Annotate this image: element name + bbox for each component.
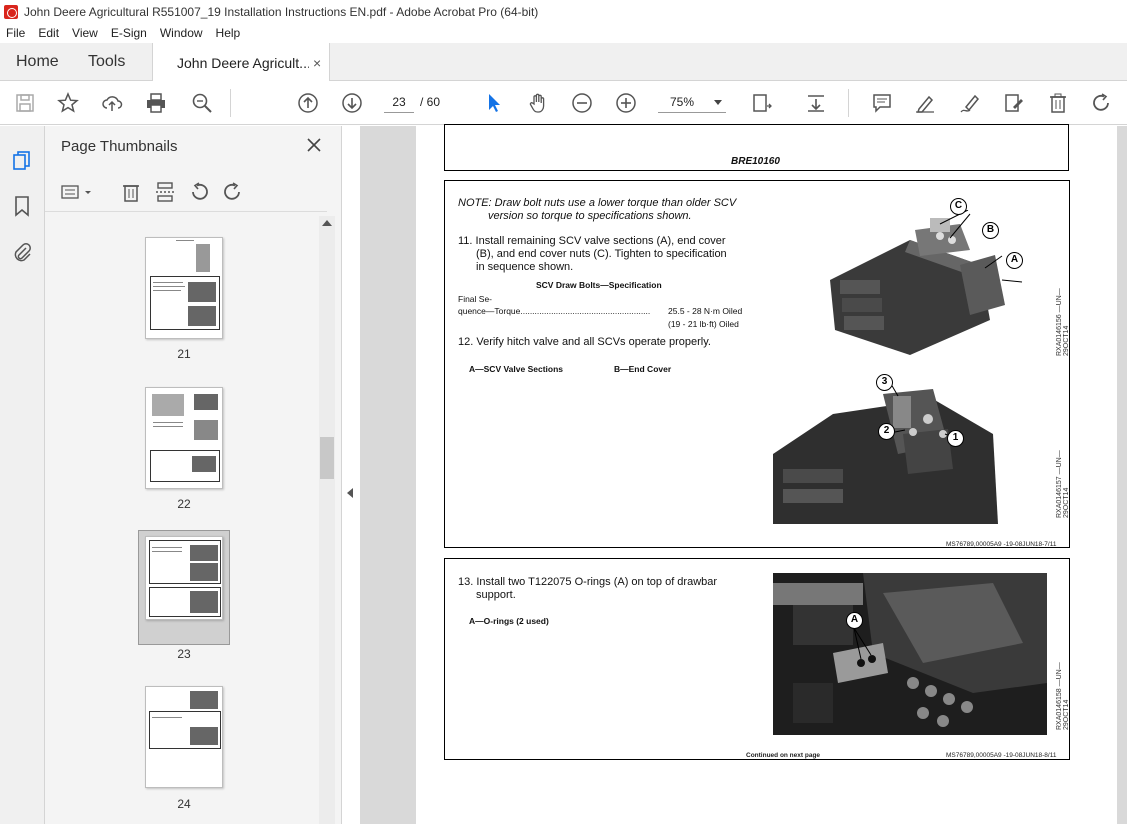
section-2-footer: MS76789,00005A9 -19-08JUN18-8/11 bbox=[946, 752, 1057, 759]
hand-tool-icon[interactable] bbox=[526, 91, 550, 115]
menu-bar: File Edit View E-Sign Window Help bbox=[0, 23, 1127, 43]
fit-page-icon[interactable] bbox=[750, 91, 774, 115]
next-page-icon[interactable] bbox=[340, 91, 364, 115]
thumbnail-label: 23 bbox=[177, 647, 191, 661]
spec-value-2: (19 - 21 lb·ft) Oiled bbox=[668, 319, 739, 329]
note-line-2: version so torque to specifications show… bbox=[488, 210, 692, 222]
collapse-panel-icon[interactable] bbox=[347, 488, 353, 498]
options-menu-icon[interactable] bbox=[59, 180, 95, 204]
tab-document-label: John Deere Agricult... bbox=[177, 54, 309, 71]
bookmarks-icon[interactable] bbox=[10, 194, 34, 218]
window-title: John Deere Agricultural R551007_19 Insta… bbox=[24, 4, 539, 19]
section-1-footer: MS76789,00005A9 -19-08JUN18-7/11 bbox=[946, 541, 1057, 548]
print-icon[interactable] bbox=[144, 91, 168, 115]
menu-file[interactable]: File bbox=[6, 26, 25, 40]
menu-help[interactable]: Help bbox=[216, 26, 241, 40]
edit-pdf-icon[interactable] bbox=[1002, 91, 1026, 115]
thumbnail-scrollbar[interactable] bbox=[319, 216, 335, 824]
panel-title: Page Thumbnails bbox=[61, 138, 178, 155]
step-11-line-1: 11. Install remaining SCV valve sections… bbox=[458, 235, 726, 247]
note-line-1: NOTE: Draw bolt nuts use a lower torque … bbox=[458, 197, 737, 209]
sign-pen-icon[interactable] bbox=[958, 91, 982, 115]
callout-2: 2 bbox=[878, 423, 895, 440]
callout-o-ring-a: A bbox=[846, 612, 863, 629]
zoom-search-icon[interactable] bbox=[190, 91, 214, 115]
thumbnail-page-24[interactable] bbox=[145, 686, 223, 788]
spec-title: SCV Draw Bolts—Specification bbox=[536, 280, 662, 290]
thumbnail-page-23[interactable] bbox=[145, 536, 223, 620]
panel-toolbar bbox=[45, 172, 327, 212]
scv-valve-image bbox=[820, 210, 1040, 358]
tab-home[interactable]: Home bbox=[16, 43, 59, 81]
scroll-up-icon[interactable] bbox=[322, 220, 332, 226]
tab-document[interactable]: John Deere Agricult... × bbox=[152, 43, 330, 82]
acrobat-logo-icon bbox=[4, 4, 18, 19]
select-cursor-icon[interactable] bbox=[482, 91, 506, 115]
callout-a: A bbox=[1006, 252, 1023, 269]
step-11-line-3: in sequence shown. bbox=[476, 261, 574, 273]
drawbar-support-image bbox=[773, 573, 1047, 735]
rotate-left-icon[interactable] bbox=[187, 180, 211, 204]
tab-bar: Home Tools John Deere Agricult... × bbox=[0, 43, 1127, 82]
image-code-3: RXA0146158 —UN—29OCT14 bbox=[1056, 662, 1070, 730]
menu-edit[interactable]: Edit bbox=[38, 26, 59, 40]
step-13-line-1: 13. Install two T122075 O-rings (A) on t… bbox=[458, 576, 718, 588]
zoom-dropdown[interactable]: 75% bbox=[658, 91, 726, 113]
redo-icon[interactable] bbox=[1090, 91, 1114, 115]
tab-close-icon[interactable]: × bbox=[313, 55, 321, 71]
menu-window[interactable]: Window bbox=[160, 26, 203, 40]
insert-page-icon[interactable] bbox=[153, 180, 177, 204]
image-code-2: RXA0146157 —UN—29OCT14 bbox=[1056, 450, 1070, 518]
upload-cloud-icon[interactable] bbox=[100, 91, 124, 115]
comment-icon[interactable] bbox=[870, 91, 894, 115]
callout-b: B bbox=[982, 222, 999, 239]
spec-value-1: 25.5 - 28 N·m Oiled bbox=[668, 306, 743, 316]
highlight-pen-icon[interactable] bbox=[913, 91, 937, 115]
spec-label-2: quence—Torque...........................… bbox=[458, 306, 651, 316]
thumbnail-label: 22 bbox=[177, 497, 191, 511]
menu-esign[interactable]: E-Sign bbox=[111, 26, 147, 40]
zoom-value: 75% bbox=[670, 95, 695, 109]
scroll-mode-icon[interactable] bbox=[804, 91, 828, 115]
header-code: BRE10160 bbox=[731, 156, 780, 167]
step-12: 12. Verify hitch valve and all SCVs oper… bbox=[458, 336, 711, 348]
pdf-page: BRE10160 NOTE: Draw bolt nuts use a lowe… bbox=[416, 124, 1117, 824]
save-icon[interactable] bbox=[13, 91, 37, 115]
left-rail bbox=[0, 126, 45, 824]
bookmark-star-icon[interactable] bbox=[56, 91, 80, 115]
panel-close-icon[interactable] bbox=[305, 136, 323, 154]
step-11-line-2: (B), and end cover nuts (C). Tighten to … bbox=[476, 248, 727, 260]
page-number-input[interactable]: 23 bbox=[384, 91, 414, 113]
image-code-1: RXA0146156 —UN—29OCT14 bbox=[1056, 288, 1070, 356]
callout-c: C bbox=[950, 198, 967, 215]
scroll-thumb[interactable] bbox=[320, 437, 334, 479]
step-13-line-2: support. bbox=[476, 589, 516, 601]
delete-trash-icon[interactable] bbox=[1046, 91, 1070, 115]
page-total: / 60 bbox=[420, 95, 441, 109]
legend-a: A—SCV Valve Sections bbox=[469, 364, 564, 374]
thumbnail-label: 24 bbox=[177, 797, 191, 811]
legend-o-rings: A—O-rings (2 used) bbox=[469, 616, 549, 626]
zoom-out-icon[interactable] bbox=[570, 91, 594, 115]
title-bar: John Deere Agricultural R551007_19 Insta… bbox=[0, 0, 1127, 23]
attachments-icon[interactable] bbox=[10, 240, 34, 264]
acrobat-window: John Deere Agricultural R551007_19 Insta… bbox=[0, 0, 1127, 824]
page-thumbnails-icon[interactable] bbox=[10, 148, 34, 172]
thumbnail-page-21[interactable] bbox=[145, 237, 223, 339]
callout-3: 3 bbox=[876, 374, 893, 391]
thumbnail-page-22[interactable] bbox=[145, 387, 223, 489]
continued-note: Continued on next page bbox=[746, 752, 821, 759]
callout-1: 1 bbox=[947, 430, 964, 447]
zoom-in-icon[interactable] bbox=[614, 91, 638, 115]
tab-tools[interactable]: Tools bbox=[88, 43, 125, 81]
thumbnail-label: 21 bbox=[177, 347, 191, 361]
delete-page-icon[interactable] bbox=[119, 180, 143, 204]
legend-b: B—End Cover bbox=[614, 364, 672, 374]
toolbar bbox=[0, 81, 1127, 125]
previous-page-icon[interactable] bbox=[296, 91, 320, 115]
rotate-right-icon[interactable] bbox=[221, 180, 245, 204]
menu-view[interactable]: View bbox=[72, 26, 98, 40]
torque-sequence-image bbox=[773, 374, 998, 524]
chevron-down-icon bbox=[714, 100, 722, 105]
